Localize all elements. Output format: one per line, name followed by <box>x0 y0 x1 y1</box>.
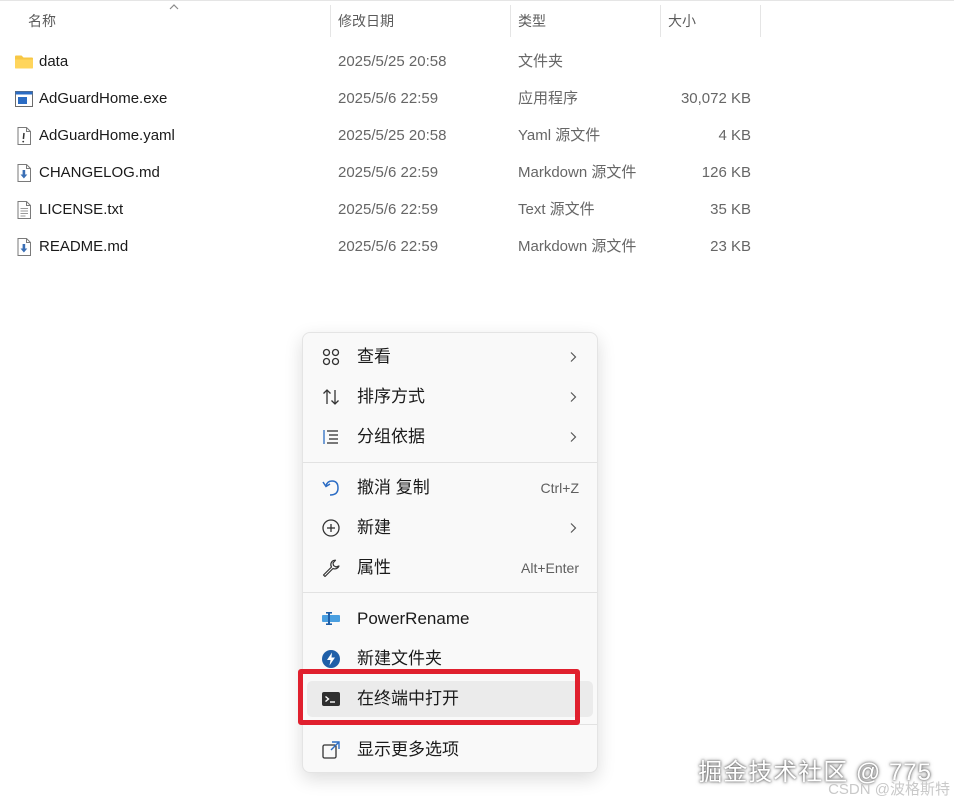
menu-item-label: 排序方式 <box>357 387 425 406</box>
chevron-right-icon <box>570 432 577 442</box>
grid-view-icon <box>322 348 340 366</box>
menu-item-label: 新建 <box>357 518 391 537</box>
file-row[interactable]: data 2025/5/25 20:58 文件夹 <box>0 43 760 80</box>
column-divider[interactable] <box>760 5 761 37</box>
column-header-bar: 名称 修改日期 类型 大小 <box>0 0 954 41</box>
file-type: Markdown 源文件 <box>518 164 637 181</box>
yaml-file-icon <box>17 127 31 145</box>
file-name: README.md <box>39 238 129 255</box>
wrench-properties-icon <box>322 559 340 578</box>
menu-item-view[interactable]: 查看 <box>307 339 593 375</box>
menu-item-powerrename[interactable]: PowerRename <box>307 601 593 637</box>
menu-item-label: PowerRename <box>357 609 470 628</box>
markdown-file-icon <box>17 164 31 182</box>
sort-icon <box>323 389 339 405</box>
file-modified: 2025/5/25 20:58 <box>338 53 447 70</box>
file-size: 30,072 KB <box>680 90 751 107</box>
file-row[interactable]: AdGuardHome.yaml 2025/5/25 20:58 Yaml 源文… <box>0 117 760 154</box>
menu-item-undo-copy[interactable]: 撤消 复制 Ctrl+Z <box>307 470 593 506</box>
file-modified: 2025/5/6 22:59 <box>338 90 439 107</box>
menu-item-group-by[interactable]: 分组依据 <box>307 419 593 455</box>
file-type: 应用程序 <box>518 90 579 107</box>
menu-item-label: 显示更多选项 <box>357 740 459 759</box>
file-modified: 2025/5/6 22:59 <box>338 238 439 255</box>
file-name: data <box>39 53 69 70</box>
menu-divider <box>303 462 597 463</box>
menu-item-label: 查看 <box>357 347 391 366</box>
file-row[interactable]: README.md 2025/5/6 22:59 Markdown 源文件 23… <box>0 228 760 265</box>
chevron-right-icon <box>570 523 577 533</box>
file-type: 文件夹 <box>518 53 564 70</box>
file-modified: 2025/5/6 22:59 <box>338 164 439 181</box>
chevron-right-icon <box>570 392 577 402</box>
file-type: Yaml 源文件 <box>518 127 601 144</box>
menu-item-label: 分组依据 <box>357 427 425 446</box>
file-modified: 2025/5/25 20:58 <box>338 127 447 144</box>
file-type: Markdown 源文件 <box>518 238 637 255</box>
file-size: 23 KB <box>710 238 751 255</box>
column-header-name[interactable]: 名称 <box>20 1 330 39</box>
powerrename-icon <box>322 612 340 625</box>
highlight-annotation-box <box>298 669 580 725</box>
menu-divider <box>303 592 597 593</box>
new-plus-icon <box>322 519 340 537</box>
column-header-type[interactable]: 类型 <box>510 1 660 39</box>
folder-icon <box>15 55 33 69</box>
shortcut-label: Ctrl+Z <box>540 480 580 496</box>
markdown-file-icon <box>17 238 31 256</box>
shortcut-label: Alt+Enter <box>521 560 579 576</box>
file-row[interactable]: CHANGELOG.md 2025/5/6 22:59 Markdown 源文件… <box>0 154 760 191</box>
file-name: LICENSE.txt <box>39 201 124 218</box>
menu-item-label: 属性 <box>357 558 391 577</box>
file-size: 4 KB <box>718 127 751 144</box>
file-modified: 2025/5/6 22:59 <box>338 201 439 218</box>
file-name: AdGuardHome.exe <box>39 90 168 107</box>
file-size: 126 KB <box>701 164 751 181</box>
menu-item-properties[interactable]: 属性 Alt+Enter <box>307 550 593 586</box>
exe-file-icon <box>15 91 33 107</box>
new-folder-bolt-icon <box>322 650 340 668</box>
chevron-right-icon <box>570 352 577 362</box>
column-header-modified[interactable]: 修改日期 <box>330 1 510 39</box>
more-options-icon <box>322 741 340 759</box>
menu-item-label: 撤消 复制 <box>357 478 430 497</box>
watermark-csdn: CSDN @波格斯特 <box>828 781 950 798</box>
column-header-size[interactable]: 大小 <box>660 1 760 39</box>
file-type: Text 源文件 <box>518 201 595 218</box>
group-by-icon <box>323 430 338 444</box>
text-file-icon <box>17 201 31 219</box>
file-row[interactable]: LICENSE.txt 2025/5/6 22:59 Text 源文件 35 K… <box>0 191 760 228</box>
file-size: 35 KB <box>710 201 751 218</box>
menu-item-new[interactable]: 新建 <box>307 510 593 546</box>
file-name: CHANGELOG.md <box>39 164 160 181</box>
file-name: AdGuardHome.yaml <box>39 127 175 144</box>
menu-item-sort[interactable]: 排序方式 <box>307 379 593 415</box>
menu-item-show-more-options[interactable]: 显示更多选项 <box>307 732 593 768</box>
undo-icon <box>322 480 339 496</box>
file-row[interactable]: AdGuardHome.exe 2025/5/6 22:59 应用程序 30,0… <box>0 80 760 117</box>
